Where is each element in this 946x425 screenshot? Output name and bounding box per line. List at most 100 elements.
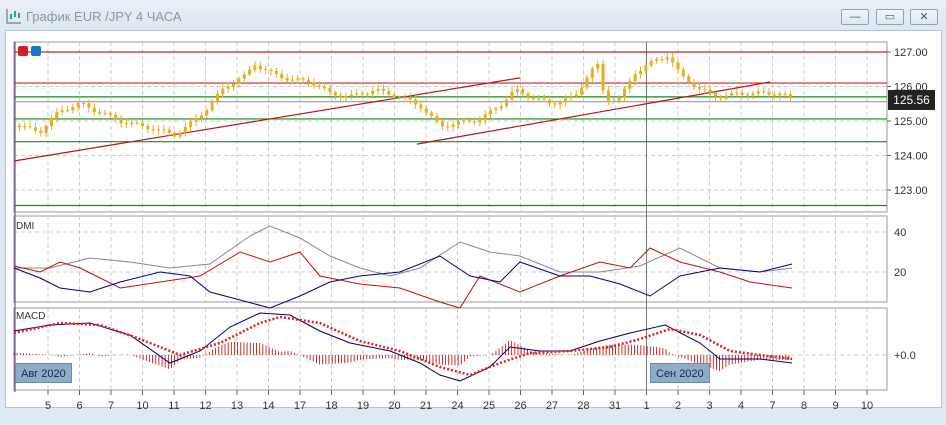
candle-body	[124, 123, 128, 125]
x-tick-label: 7	[769, 400, 775, 412]
candle-body	[703, 89, 707, 91]
candle-body	[617, 97, 621, 101]
candle-body	[676, 62, 680, 70]
candle-body	[537, 98, 541, 100]
candle-body	[633, 74, 637, 81]
candle-body	[719, 96, 723, 99]
candle-body	[665, 57, 669, 60]
candle-body	[660, 59, 664, 61]
candle-body	[585, 77, 589, 88]
candle-body	[360, 93, 364, 95]
candle-body	[456, 121, 460, 125]
candle-body	[628, 80, 632, 89]
candle-body	[510, 91, 514, 100]
candle-body	[601, 63, 605, 91]
candle-body	[253, 65, 257, 70]
candle-body	[103, 113, 107, 115]
x-tick-label: 21	[420, 400, 432, 412]
candle-body	[494, 108, 498, 111]
candle-body	[60, 110, 64, 113]
candle-body	[135, 122, 139, 124]
candle-body	[505, 99, 509, 107]
candle-body	[178, 132, 182, 137]
candle-body	[162, 129, 166, 131]
candle-body	[71, 107, 75, 111]
candle-body	[580, 87, 584, 95]
candle-body	[269, 69, 273, 71]
candle-body	[515, 89, 519, 92]
dmi-tick-label: 20	[894, 267, 906, 279]
x-tick-label: 28	[577, 400, 589, 412]
candle-body	[39, 130, 43, 133]
candle-body	[446, 126, 450, 128]
candle-body	[392, 94, 396, 98]
current-price-tag: 125.56	[888, 90, 935, 110]
candle-body	[280, 73, 284, 79]
candle-body	[387, 90, 391, 95]
candle-body	[681, 69, 685, 77]
candle-body	[467, 120, 471, 122]
x-tick-label: 18	[325, 400, 337, 412]
chart-canvas[interactable]: 5 6 7 10 11 12 13 14 17 18 19 20 21 24 25 26 27 28 31 1 2 3 4 7…	[0, 0, 946, 425]
candle-body	[622, 88, 626, 98]
x-tick-label: 1	[643, 400, 649, 412]
candle-body	[612, 100, 616, 102]
candle-body	[762, 91, 766, 93]
candle-body	[724, 95, 728, 99]
candle-body	[553, 103, 557, 105]
candle-body	[76, 103, 80, 108]
candle-body	[376, 88, 380, 91]
candle-body	[558, 102, 562, 105]
candle-body	[285, 78, 289, 81]
candle-body	[435, 115, 439, 122]
month-marker-sep: Сен 2020	[650, 363, 710, 383]
candle-body	[23, 126, 27, 128]
candle-body	[167, 129, 171, 133]
candle-body	[398, 97, 402, 99]
x-tick-label: 9	[832, 400, 838, 412]
panel-dmi	[13, 215, 888, 303]
candle-body	[521, 89, 525, 94]
macd-label: MACD	[16, 311, 46, 322]
dmi-tick-label: 40	[894, 227, 906, 239]
candle-body	[564, 98, 568, 103]
candle-body	[119, 119, 123, 124]
candle-body	[98, 111, 102, 114]
candle-body	[606, 90, 610, 102]
candle-body	[317, 85, 321, 87]
candle-body	[17, 125, 21, 128]
x-tick-label: 24	[451, 400, 463, 412]
x-tick-label: 10	[136, 400, 148, 412]
x-tick-label: 19	[357, 400, 369, 412]
x-tick-label: 14	[262, 400, 274, 412]
candle-body	[547, 99, 551, 104]
candle-body	[290, 79, 294, 81]
candle-body	[478, 120, 482, 123]
candle-body	[639, 70, 643, 75]
candle-body	[258, 65, 262, 69]
candle-body	[344, 96, 348, 98]
candle-body	[542, 98, 546, 100]
candle-body	[339, 95, 343, 98]
candle-body	[87, 103, 91, 108]
candle-body	[424, 108, 428, 113]
candle-body	[483, 114, 487, 121]
candle-body	[596, 63, 600, 69]
price-tick-label: 123.00	[894, 185, 928, 197]
candle-body	[713, 92, 717, 97]
candle-body	[151, 129, 155, 131]
candle-body	[355, 93, 359, 95]
candle-body	[199, 115, 203, 119]
x-tick-label: 2	[675, 400, 681, 412]
x-tick-label: 17	[294, 400, 306, 412]
x-tick-label: 8	[801, 400, 807, 412]
blue-color-button[interactable]	[31, 46, 41, 56]
candle-body	[33, 127, 37, 131]
candle-body	[226, 86, 230, 89]
price-tick-label: 127.00	[894, 47, 928, 59]
candle-body	[649, 60, 653, 66]
dmi-label: DMI	[16, 221, 35, 232]
candle-body	[756, 91, 760, 94]
candle-body	[430, 112, 434, 116]
red-color-button[interactable]	[18, 46, 28, 56]
